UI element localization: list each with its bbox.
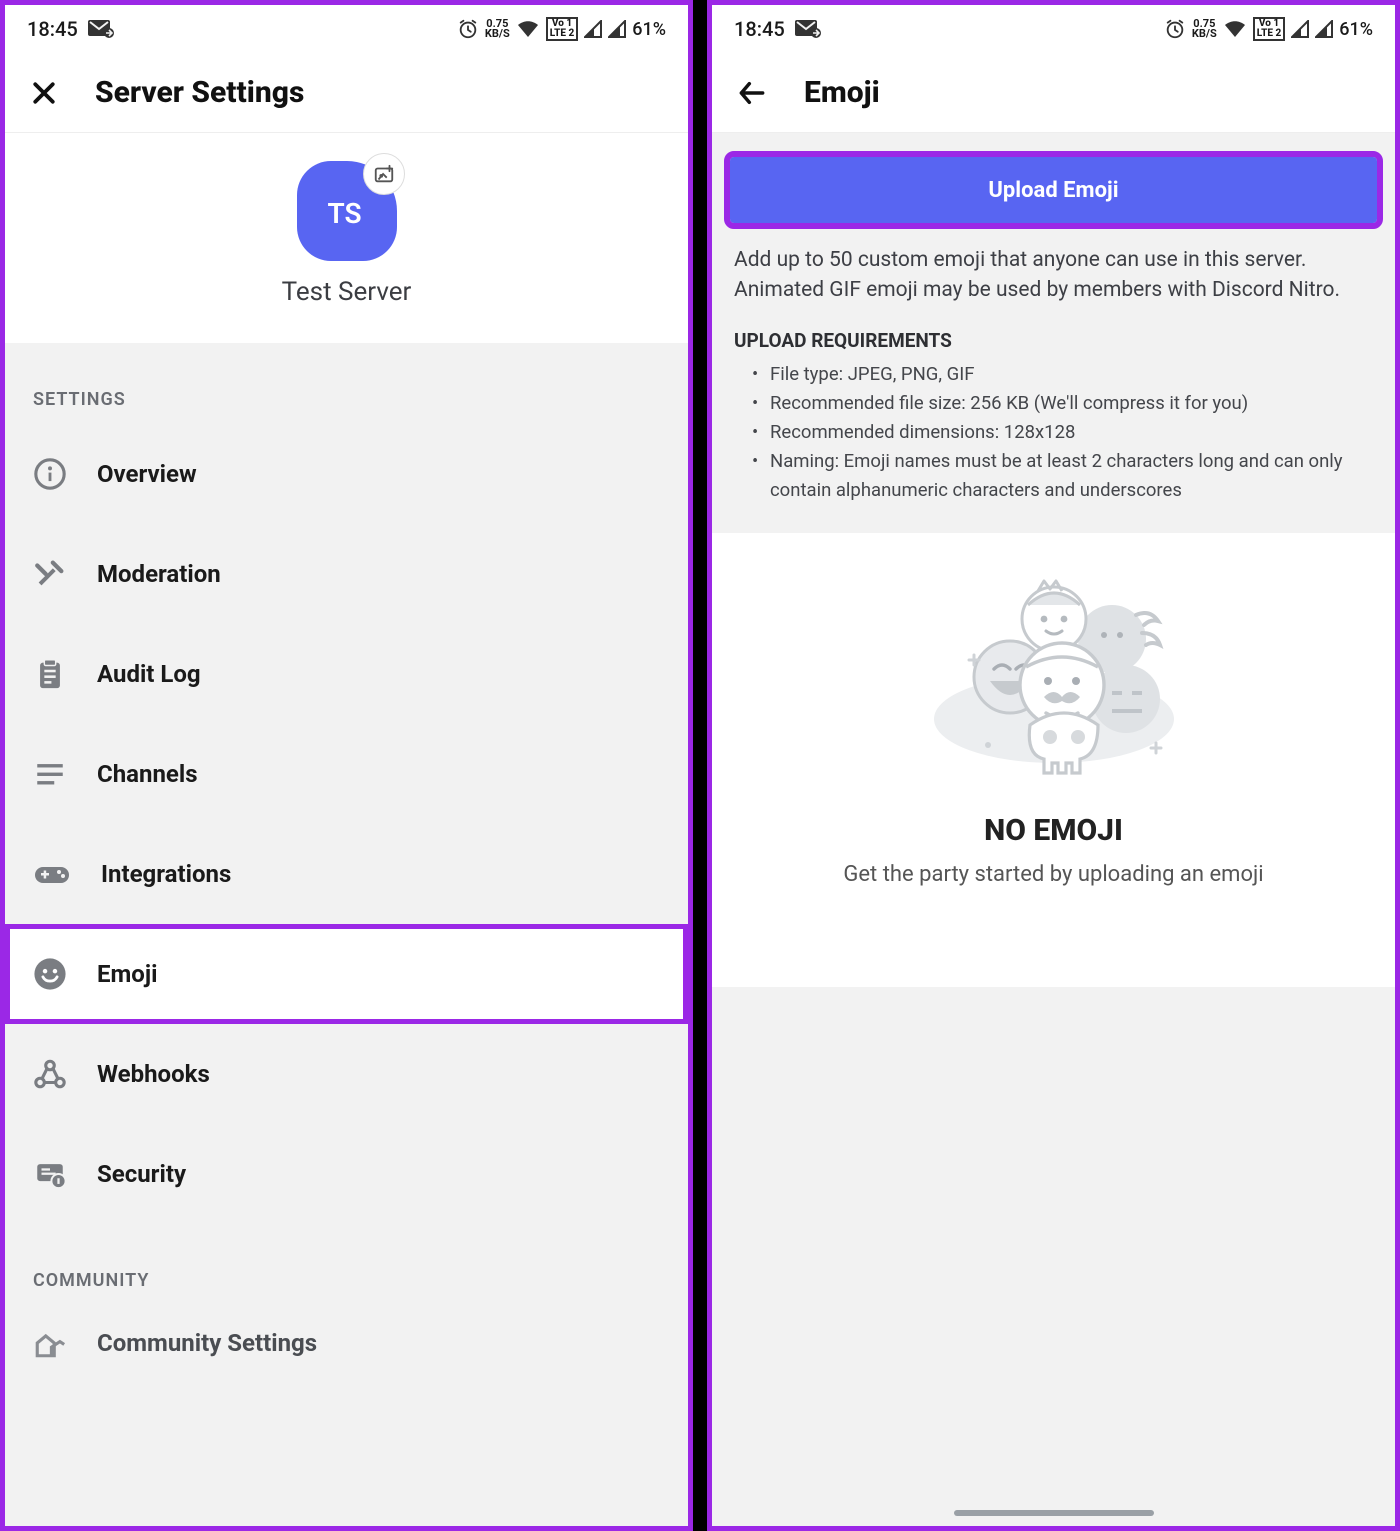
- screen-server-settings: 18:45 0.75KB/S Vo 1LTE 2 61% Server Sett…: [0, 0, 693, 1531]
- signal-icon-1: [1291, 20, 1309, 38]
- server-name: Test Server: [282, 277, 412, 307]
- settings-label: Overview: [97, 460, 197, 488]
- signal-icon-2: [608, 20, 626, 38]
- status-battery: 61%: [1339, 19, 1373, 40]
- gesture-bar[interactable]: [954, 1510, 1154, 1516]
- settings-row-webhooks[interactable]: Webhooks: [5, 1024, 688, 1124]
- community-icon: [33, 1326, 67, 1360]
- page-title: Server Settings: [95, 75, 304, 110]
- settings-row-integrations[interactable]: Integrations: [5, 824, 688, 924]
- settings-label: Webhooks: [97, 1060, 210, 1088]
- settings-label: Emoji: [97, 960, 157, 988]
- emoji-description: Add up to 50 custom emoji that anyone ca…: [712, 235, 1395, 305]
- alarm-icon: [1164, 18, 1186, 40]
- emoji-body: Upload Emoji Add up to 50 custom emoji t…: [712, 133, 1395, 987]
- empty-state: NO EMOJI Get the party started by upload…: [712, 533, 1395, 987]
- settings-label: Audit Log: [97, 660, 201, 688]
- requirement-item: Recommended dimensions: 128x128: [752, 418, 1373, 447]
- upload-emoji-button[interactable]: Upload Emoji: [730, 157, 1377, 223]
- upload-emoji-label: Upload Emoji: [988, 178, 1118, 203]
- settings-label: Security: [97, 1160, 186, 1188]
- empty-title: NO EMOJI: [984, 813, 1123, 848]
- section-header-community: COMMUNITY: [5, 1224, 688, 1305]
- mail-icon: [88, 20, 114, 38]
- alarm-icon: [457, 18, 479, 40]
- server-header: TS Test Server: [5, 133, 688, 343]
- empty-emoji-illustration: [904, 569, 1204, 789]
- settings-label: Moderation: [97, 560, 221, 588]
- settings-row-moderation[interactable]: Moderation: [5, 524, 688, 624]
- signal-icon-1: [584, 20, 602, 38]
- settings-row-overview[interactable]: Overview: [5, 424, 688, 524]
- upload-image-icon[interactable]: [363, 153, 405, 195]
- settings-row-emoji[interactable]: Emoji: [5, 924, 688, 1024]
- settings-row-security[interactable]: Security: [5, 1124, 688, 1224]
- page-title: Emoji: [804, 75, 880, 110]
- settings-row-channels[interactable]: Channels: [5, 724, 688, 824]
- status-kbps: 0.75KB/S: [485, 19, 510, 39]
- back-icon[interactable]: [736, 77, 768, 109]
- empty-subtitle: Get the party started by uploading an em…: [843, 862, 1263, 887]
- clipboard-icon: [33, 657, 67, 691]
- requirement-item: Recommended file size: 256 KB (We'll com…: [752, 389, 1373, 418]
- upload-requirements-list: File type: JPEG, PNG, GIF Recommended fi…: [712, 360, 1395, 529]
- requirement-item: Naming: Emoji names must be at least 2 c…: [752, 447, 1373, 505]
- close-icon[interactable]: [29, 78, 59, 108]
- status-time: 18:45: [734, 17, 785, 41]
- requirement-item: File type: JPEG, PNG, GIF: [752, 360, 1373, 389]
- security-icon: [33, 1157, 67, 1191]
- screen-emoji: 18:45 0.75KB/S Vo 1LTE 2 61% Emoji Uploa…: [707, 0, 1400, 1531]
- wifi-icon: [516, 19, 540, 39]
- wifi-icon: [1223, 19, 1247, 39]
- status-bar: 18:45 0.75KB/S Vo 1LTE 2 61%: [5, 5, 688, 53]
- settings-label: Integrations: [101, 860, 231, 888]
- controller-icon: [33, 861, 71, 887]
- channels-icon: [33, 757, 67, 791]
- app-bar: Server Settings: [5, 53, 688, 133]
- settings-row-audit-log[interactable]: Audit Log: [5, 624, 688, 724]
- settings-label: Community Settings: [97, 1329, 317, 1357]
- moderation-icon: [33, 557, 67, 591]
- upload-requirements-title: UPLOAD REQUIREMENTS: [712, 305, 1395, 360]
- app-bar: Emoji: [712, 53, 1395, 133]
- mail-icon: [795, 20, 821, 38]
- settings-label: Channels: [97, 760, 198, 788]
- status-time: 18:45: [27, 17, 78, 41]
- server-initials: TS: [327, 197, 361, 230]
- info-icon: [33, 457, 67, 491]
- server-avatar[interactable]: TS: [297, 161, 397, 261]
- status-battery: 61%: [632, 19, 666, 40]
- webhook-icon: [33, 1057, 67, 1091]
- status-kbps: 0.75KB/S: [1192, 19, 1217, 39]
- signal-icon-2: [1315, 20, 1333, 38]
- status-lte-badge: Vo 1LTE 2: [546, 17, 578, 41]
- emoji-icon: [33, 957, 67, 991]
- settings-row-community[interactable]: Community Settings: [5, 1305, 688, 1381]
- status-bar: 18:45 0.75KB/S Vo 1LTE 2 61%: [712, 5, 1395, 53]
- section-header-settings: SETTINGS: [5, 343, 688, 424]
- status-lte-badge: Vo 1LTE 2: [1253, 17, 1285, 41]
